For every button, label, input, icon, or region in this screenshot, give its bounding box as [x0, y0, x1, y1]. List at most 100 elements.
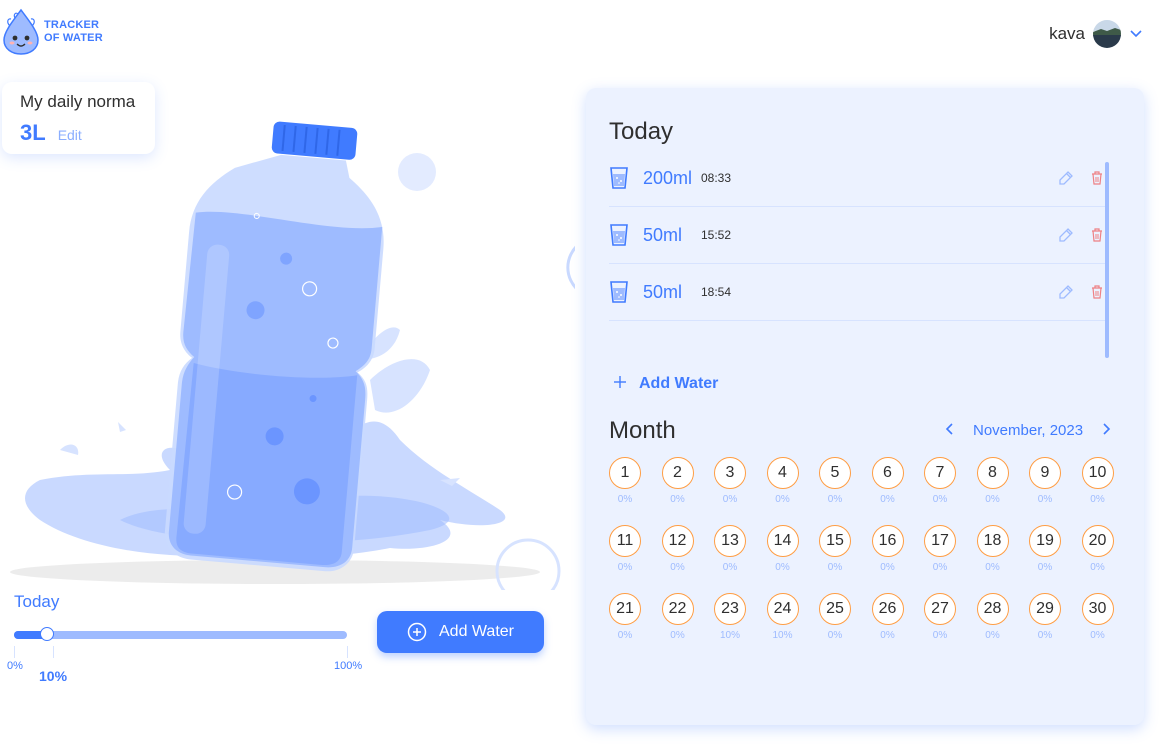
glass-icon	[610, 224, 628, 246]
calendar-day-percent: 0%	[670, 630, 685, 641]
calendar-day-number[interactable]: 3	[714, 457, 746, 489]
calendar-day-percent: 0%	[617, 494, 633, 505]
calendar-day[interactable]: 18 0%	[976, 525, 1009, 573]
calendar-day-number[interactable]: 13	[714, 525, 746, 557]
avatar[interactable]	[1093, 20, 1121, 48]
calendar-day-percent: 0%	[775, 494, 790, 505]
chevron-down-icon[interactable]	[1129, 26, 1143, 42]
calendar-day-number[interactable]: 15	[819, 525, 851, 557]
calendar-day-number[interactable]: 21	[609, 593, 641, 625]
app-logo[interactable]: TRACKER OF WATER	[2, 8, 103, 56]
calendar-day-percent: 0%	[1037, 630, 1053, 641]
calendar-day-percent: 0%	[827, 494, 843, 505]
calendar-day-percent: 0%	[1090, 562, 1105, 573]
calendar-day[interactable]: 1 0%	[609, 457, 641, 505]
entry-amount: 200ml	[643, 167, 693, 188]
edit-icon[interactable]	[1058, 170, 1074, 186]
calendar-day[interactable]: 6 0%	[871, 457, 904, 505]
edit-icon[interactable]	[1058, 227, 1074, 243]
calendar-day-percent: 0%	[670, 494, 685, 505]
calendar-day[interactable]: 8 0%	[976, 457, 1009, 505]
calendar-day-number[interactable]: 20	[1081, 525, 1114, 557]
calendar-day-percent: 0%	[617, 630, 633, 641]
chevron-right-icon[interactable]	[1101, 420, 1111, 441]
calendar-day[interactable]: 3 0%	[714, 457, 746, 505]
calendar-day-percent: 10%	[772, 630, 793, 641]
calendar-day-number[interactable]: 1	[609, 457, 641, 489]
calendar-day-number[interactable]: 24	[766, 593, 799, 625]
calendar-day-number[interactable]: 2	[661, 457, 694, 489]
calendar-day[interactable]: 29 0%	[1029, 593, 1061, 641]
calendar-day[interactable]: 30 0%	[1081, 593, 1114, 641]
calendar-day[interactable]: 25 0%	[819, 593, 851, 641]
calendar-day-number[interactable]: 7	[924, 457, 956, 489]
calendar-day[interactable]: 16 0%	[871, 525, 904, 573]
calendar-day[interactable]: 10 0%	[1081, 457, 1114, 505]
today-progress-thumb[interactable]	[40, 627, 55, 641]
water-panel: Today 200ml 08:33 50ml 15:52 50ml 18:54	[586, 88, 1144, 725]
calendar-day-number[interactable]: 16	[871, 525, 904, 557]
calendar-day[interactable]: 15 0%	[819, 525, 851, 573]
add-water-button-label: Add Water	[439, 623, 514, 640]
entry-time: 18:54	[701, 285, 732, 299]
calendar-day-number[interactable]: 25	[819, 593, 851, 625]
add-water-link[interactable]: Add Water	[613, 372, 718, 395]
calendar-day-number[interactable]: 18	[976, 525, 1009, 557]
calendar-day[interactable]: 24 10%	[766, 593, 799, 641]
calendar-day[interactable]: 22 0%	[661, 593, 694, 641]
water-entry: 50ml 15:52	[609, 207, 1107, 264]
calendar-day-number[interactable]: 8	[976, 457, 1009, 489]
calendar-day-number[interactable]: 10	[1081, 457, 1114, 489]
calendar-day[interactable]: 7 0%	[924, 457, 956, 505]
trash-icon[interactable]	[1089, 284, 1105, 300]
calendar-day-number[interactable]: 6	[871, 457, 904, 489]
edit-icon[interactable]	[1058, 284, 1074, 300]
calendar-day[interactable]: 14 0%	[766, 525, 799, 573]
plus-circle-icon	[407, 622, 427, 642]
calendar-day[interactable]: 21 0%	[609, 593, 641, 641]
calendar-day-number[interactable]: 29	[1029, 593, 1061, 625]
calendar-day[interactable]: 17 0%	[924, 525, 956, 573]
add-water-button[interactable]: Add Water	[377, 611, 544, 653]
calendar-day[interactable]: 2 0%	[661, 457, 694, 505]
calendar-day[interactable]: 26 0%	[871, 593, 904, 641]
calendar-day[interactable]: 13 0%	[714, 525, 746, 573]
water-entry: 200ml 08:33	[609, 150, 1107, 207]
calendar-day-number[interactable]: 14	[766, 525, 799, 557]
calendar-day[interactable]: 20 0%	[1081, 525, 1114, 573]
calendar-day[interactable]: 19 0%	[1029, 525, 1061, 573]
calendar-day[interactable]: 23 10%	[714, 593, 746, 641]
user-menu[interactable]: kava	[1049, 20, 1143, 48]
calendar-day-number[interactable]: 30	[1081, 593, 1114, 625]
calendar-day-number[interactable]: 12	[661, 525, 694, 557]
trash-icon[interactable]	[1089, 227, 1105, 243]
calendar-day-number[interactable]: 19	[1029, 525, 1061, 557]
month-calendar: 1 0% 2 0% 3 0% 4 0% 5 0% 6 0% 7 0% 8 0% 9 0% 10 0% 11 0% 12 0% 1…	[609, 457, 1116, 641]
chevron-left-icon[interactable]	[945, 420, 955, 441]
calendar-day-number[interactable]: 23	[714, 593, 746, 625]
calendar-day-number[interactable]: 28	[976, 593, 1009, 625]
calendar-day-number[interactable]: 27	[924, 593, 956, 625]
trash-icon[interactable]	[1089, 170, 1105, 186]
calendar-day[interactable]: 12 0%	[661, 525, 694, 573]
water-entry: 50ml 18:54	[609, 264, 1107, 321]
calendar-day-number[interactable]: 9	[1029, 457, 1061, 489]
today-progress-slider[interactable]	[14, 627, 347, 641]
calendar-day-number[interactable]: 11	[609, 525, 641, 557]
today-title: Today	[609, 118, 674, 145]
glass-icon	[610, 167, 628, 189]
calendar-day[interactable]: 11 0%	[609, 525, 641, 573]
calendar-day-number[interactable]: 17	[924, 525, 956, 557]
calendar-day[interactable]: 5 0%	[819, 457, 851, 505]
calendar-day-number[interactable]: 26	[871, 593, 904, 625]
calendar-day[interactable]: 27 0%	[924, 593, 956, 641]
calendar-day-number[interactable]: 4	[766, 457, 799, 489]
calendar-day[interactable]: 4 0%	[766, 457, 799, 505]
calendar-day[interactable]: 28 0%	[976, 593, 1009, 641]
calendar-day[interactable]: 9 0%	[1029, 457, 1061, 505]
calendar-day-number[interactable]: 22	[661, 593, 694, 625]
entry-list-scrollbar[interactable]	[1105, 162, 1109, 358]
tick-max-mark	[347, 646, 348, 658]
calendar-day-number[interactable]: 5	[819, 457, 851, 489]
calendar-day-percent: 0%	[722, 494, 738, 505]
